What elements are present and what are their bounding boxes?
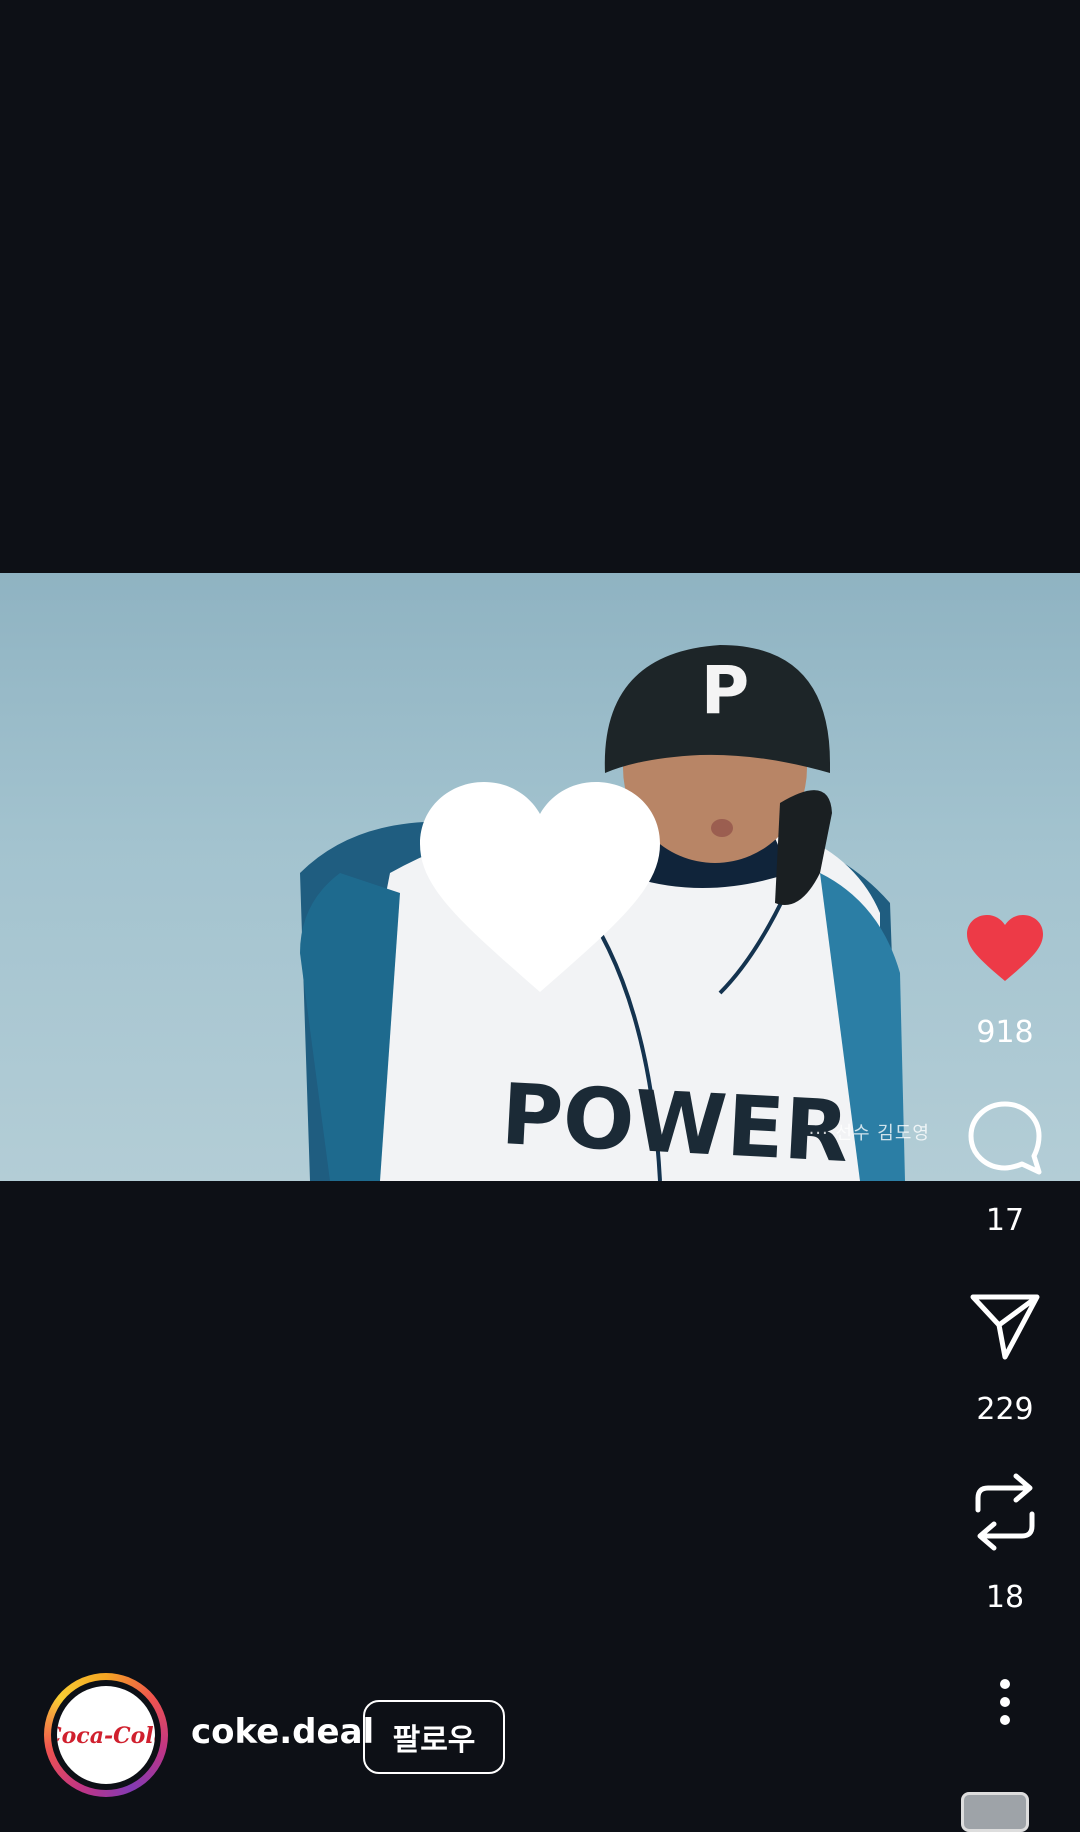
helmet-letter: P xyxy=(701,652,749,729)
comment-count: 17 xyxy=(985,1203,1025,1238)
like-fill xyxy=(967,915,1043,981)
double-tap-heart-icon xyxy=(420,782,660,992)
avatar[interactable]: Coca-Cola xyxy=(44,1673,168,1797)
comment-bubble-icon[interactable] xyxy=(967,1100,1043,1176)
coca-cola-logo: Coca-Cola xyxy=(57,1686,155,1784)
like-heart-icon[interactable] xyxy=(967,915,1043,983)
action-rail: 918 17 229 18 xyxy=(930,0,1080,1822)
author-bar: Coca-Cola coke.deal 팔로우 xyxy=(0,1668,1080,1808)
username[interactable]: coke.deal xyxy=(191,1712,374,1752)
logo-text: Coca-Cola xyxy=(57,1723,155,1749)
follow-button[interactable]: 팔로우 xyxy=(363,1700,505,1774)
repost-icon[interactable] xyxy=(970,1472,1040,1552)
like-count: 918 xyxy=(976,1015,1034,1050)
jersey-text: POWER xyxy=(499,1065,851,1181)
send-plane-icon[interactable] xyxy=(969,1293,1041,1361)
video-caption: ··· 선수 김도영 xyxy=(808,1123,930,1144)
share-count: 229 xyxy=(976,1392,1034,1427)
repost-count: 18 xyxy=(985,1580,1025,1615)
